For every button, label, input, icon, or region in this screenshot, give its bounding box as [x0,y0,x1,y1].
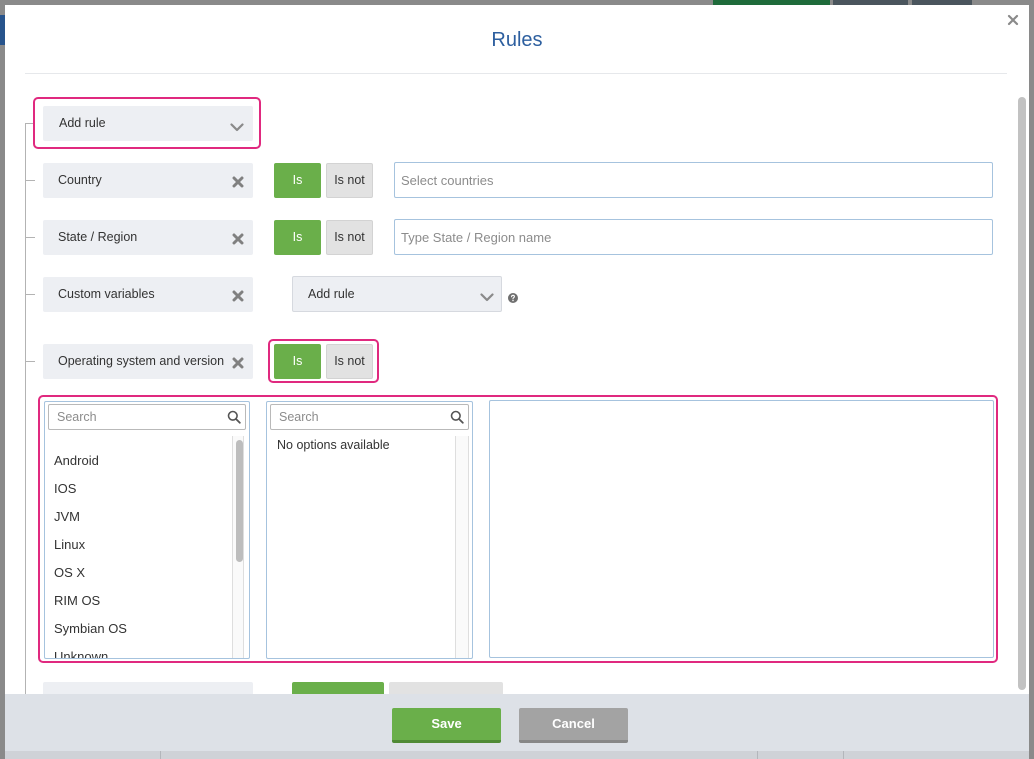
background-table-divider [757,751,758,759]
custom-variables-add-rule-dropdown[interactable]: Add rule [292,276,502,312]
os-option[interactable]: JVM [45,503,231,531]
tree-connector [25,361,35,362]
modal-footer: Save Cancel [5,694,1029,751]
os-search-box [48,404,246,430]
close-icon[interactable] [1007,13,1019,26]
os-options-list: Android IOS JVM Linux OS X RIM OS Symbia… [45,436,231,658]
close-icon[interactable] [232,232,244,245]
no-options-text: No options available [277,438,390,452]
background-table-divider [843,751,844,759]
operator-is-not-button[interactable]: Is not [326,163,373,198]
rule-item-label: Custom variables [58,287,155,301]
tree-connector [25,123,33,124]
operator-is-not-button[interactable]: Is not [326,344,373,379]
version-search-box [270,404,469,430]
rule-item-label: Operating system and version [58,354,225,368]
os-option[interactable]: Unknown [45,643,231,658]
state-region-input[interactable] [394,219,993,255]
background-table-divider [160,751,161,759]
os-option[interactable]: OS X [45,559,231,587]
version-search-input[interactable] [271,405,468,429]
chevron-down-icon [230,119,244,132]
os-versions-panel: No options available [266,401,473,659]
question-icon[interactable] [508,290,518,303]
add-rule-label: Add rule [59,116,106,130]
rule-item-partial [43,682,253,694]
operator-is-button[interactable] [292,682,384,694]
close-icon[interactable] [232,175,244,188]
os-option[interactable]: Symbian OS [45,615,231,643]
operator-is-not-button[interactable]: Is not [326,220,373,255]
tree-line [25,123,26,694]
modal-title: Rules [491,29,543,51]
rules-modal: Rules Add rule Country Is Is not Select … [5,5,1029,751]
os-list-scrollbar-thumb[interactable] [236,440,243,562]
os-option[interactable]: Linux [45,531,231,559]
rule-item-state-region: State / Region [43,220,253,255]
title-divider [25,73,1007,74]
search-icon [227,410,241,424]
os-list-scrollbar[interactable] [232,436,244,658]
rules-content: Add rule Country Is Is not State / Regio… [5,75,1017,694]
operator-is-not-button[interactable] [389,682,503,694]
rule-item-country: Country [43,163,253,198]
os-option[interactable]: IOS [45,475,231,503]
countries-input[interactable] [394,162,993,198]
tree-connector [25,237,35,238]
os-option[interactable]: Android [45,447,231,475]
rule-item-operating-system: Operating system and version [43,344,253,379]
background-table-row [5,751,1029,759]
operator-is-button[interactable]: Is [274,163,321,198]
os-option[interactable]: RIM OS [45,587,231,615]
close-icon[interactable] [232,289,244,302]
tree-connector [25,180,35,181]
os-search-input[interactable] [49,405,245,429]
version-list-scrollbar[interactable] [455,436,469,658]
operator-is-button[interactable]: Is [274,344,321,379]
close-icon[interactable] [232,356,244,369]
os-systems-panel: Android IOS JVM Linux OS X RIM OS Symbia… [44,401,250,659]
selected-os-panel [489,400,994,658]
operator-is-button[interactable]: Is [274,220,321,255]
chevron-down-icon [480,289,494,302]
modal-scrollbar-thumb[interactable] [1018,97,1026,690]
rule-item-label: State / Region [58,230,138,244]
cancel-button[interactable]: Cancel [519,708,628,743]
rule-item-custom-variables: Custom variables [43,277,253,312]
search-icon [450,410,464,424]
tree-connector [25,294,35,295]
add-rule-label: Add rule [308,287,355,301]
add-rule-dropdown[interactable]: Add rule [43,106,253,141]
rule-item-label: Country [58,173,102,187]
save-button[interactable]: Save [392,708,501,743]
